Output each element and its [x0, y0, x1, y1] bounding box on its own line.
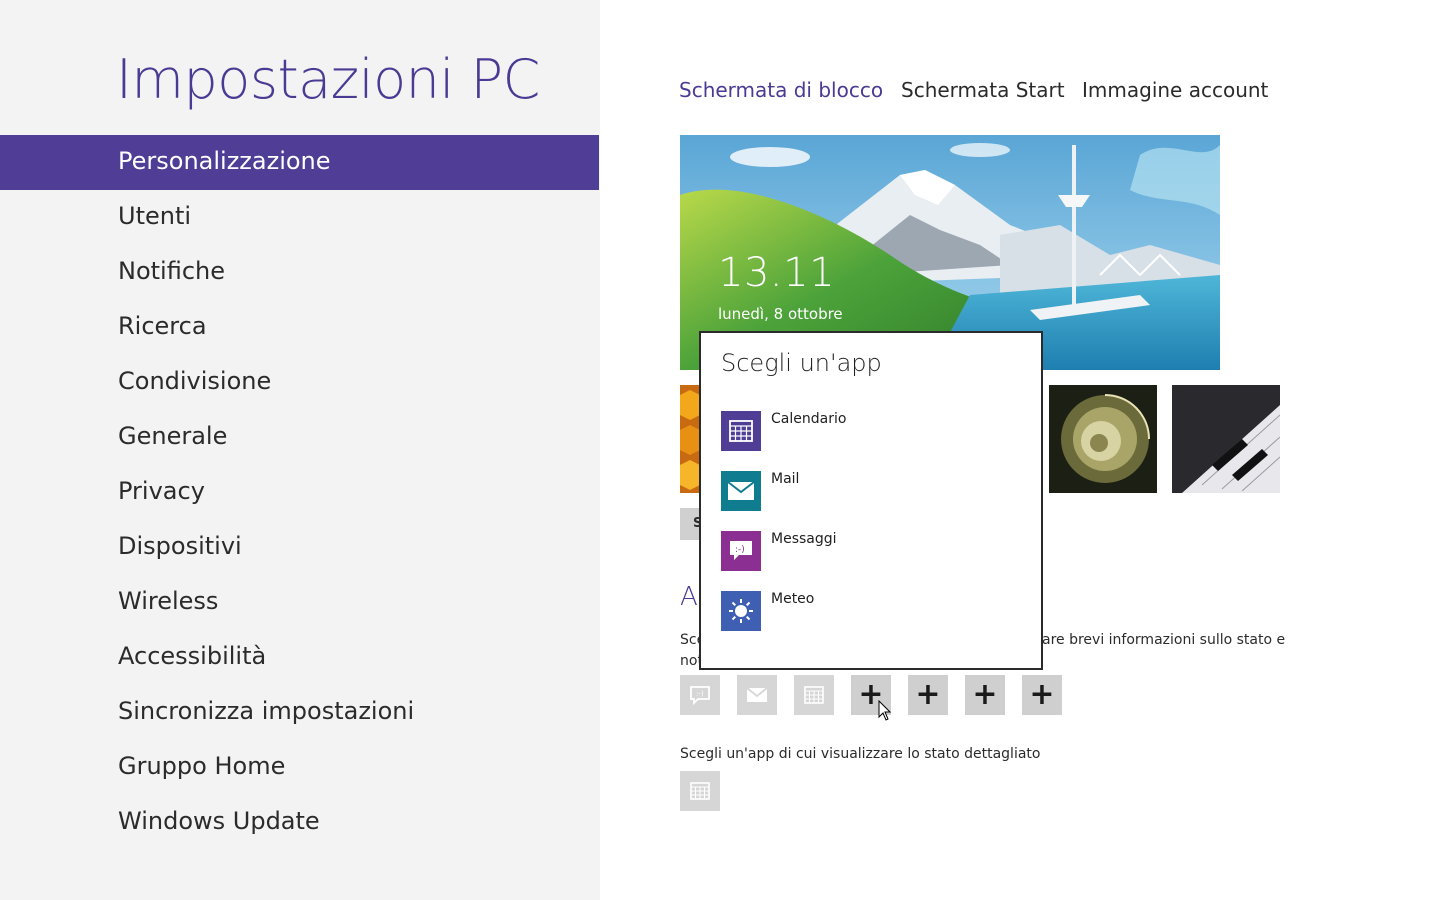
app-option-calendario[interactable]: Calendario [721, 411, 1021, 453]
plus-icon: + [1029, 677, 1055, 712]
weather-icon [721, 591, 761, 631]
lock-screen-time: 13.11 [718, 250, 836, 296]
nav-item-personalizzazione[interactable]: Personalizzazione [0, 135, 599, 190]
badge-slot-messaging[interactable]: :-) [680, 675, 720, 715]
calendar-icon [690, 782, 710, 800]
choose-app-flyout: Scegli un'app Calendario Mail:-) Messag… [699, 331, 1043, 670]
nav-item-wireless[interactable]: Wireless [0, 575, 599, 630]
badge-slot-add-4[interactable]: + [1022, 675, 1062, 715]
app-option-messaggi[interactable]: :-) Messaggi [721, 531, 1021, 573]
calendar-icon [804, 686, 824, 704]
nav-item-windows-update[interactable]: Windows Update [0, 795, 599, 850]
section-description-left: Sce [680, 632, 700, 648]
mouse-cursor-icon [878, 700, 892, 721]
mail-icon [746, 687, 768, 702]
messaging-icon: :-) [721, 531, 761, 571]
app-option-mail[interactable]: Mail [721, 471, 1021, 513]
app-title: Impostazioni PC [116, 48, 540, 111]
svg-text::-): :-) [735, 545, 745, 555]
app-option-label: Meteo [771, 591, 815, 607]
tab-lock-screen[interactable]: Schermata di blocco [679, 78, 883, 102]
svg-text::-): :-) [696, 690, 704, 698]
app-option-label: Messaggi [771, 531, 837, 547]
flyout-title: Scegli un'app [721, 349, 882, 377]
nav-item-generale[interactable]: Generale [0, 410, 599, 465]
nav-item-ricerca[interactable]: Ricerca [0, 300, 599, 355]
badge-slot-add-2[interactable]: + [908, 675, 948, 715]
section-description-left-2: not [680, 653, 700, 669]
nav-item-accessibilita[interactable]: Accessibilità [0, 630, 599, 685]
badge-slot-calendar[interactable] [794, 675, 834, 715]
nav-item-sincronizza[interactable]: Sincronizza impostazioni [0, 685, 599, 740]
settings-sidebar: Impostazioni PC Personalizzazione Utenti… [0, 0, 600, 900]
nav-item-privacy[interactable]: Privacy [0, 465, 599, 520]
tab-account-picture[interactable]: Immagine account [1082, 78, 1268, 102]
app-option-label: Calendario [771, 411, 847, 427]
app-option-meteo[interactable]: Meteo [721, 591, 1021, 633]
detailed-status-label: Scegli un'app di cui visualizzare lo sta… [680, 746, 1041, 762]
nav-item-notifiche[interactable]: Notifiche [0, 245, 599, 300]
nav-item-condivisione[interactable]: Condivisione [0, 355, 599, 410]
calendar-icon [721, 411, 761, 451]
lock-image-thumb-nautilus[interactable] [1049, 385, 1157, 493]
settings-nav: Personalizzazione Utenti Notifiche Ricer… [0, 135, 599, 850]
lock-image-thumb-piano[interactable] [1172, 385, 1280, 493]
badge-slot-mail[interactable] [737, 675, 777, 715]
tab-start-screen[interactable]: Schermata Start [901, 78, 1065, 102]
messaging-icon: :-) [690, 686, 710, 705]
nav-item-gruppo-home[interactable]: Gruppo Home [0, 740, 599, 795]
app-option-label: Mail [771, 471, 800, 487]
plus-icon: + [915, 677, 941, 712]
nav-item-dispositivi[interactable]: Dispositivi [0, 520, 599, 575]
lock-screen-date: lunedì, 8 ottobre [718, 305, 843, 323]
detailed-status-slot[interactable] [680, 771, 720, 811]
section-description-right: are brevi informazioni sullo stato e [1042, 632, 1286, 648]
badge-slot-add-3[interactable]: + [965, 675, 1005, 715]
plus-icon: + [972, 677, 998, 712]
lock-image-thumb-honeycomb[interactable] [680, 385, 700, 493]
nav-item-utenti[interactable]: Utenti [0, 190, 599, 245]
mail-icon [721, 471, 761, 511]
